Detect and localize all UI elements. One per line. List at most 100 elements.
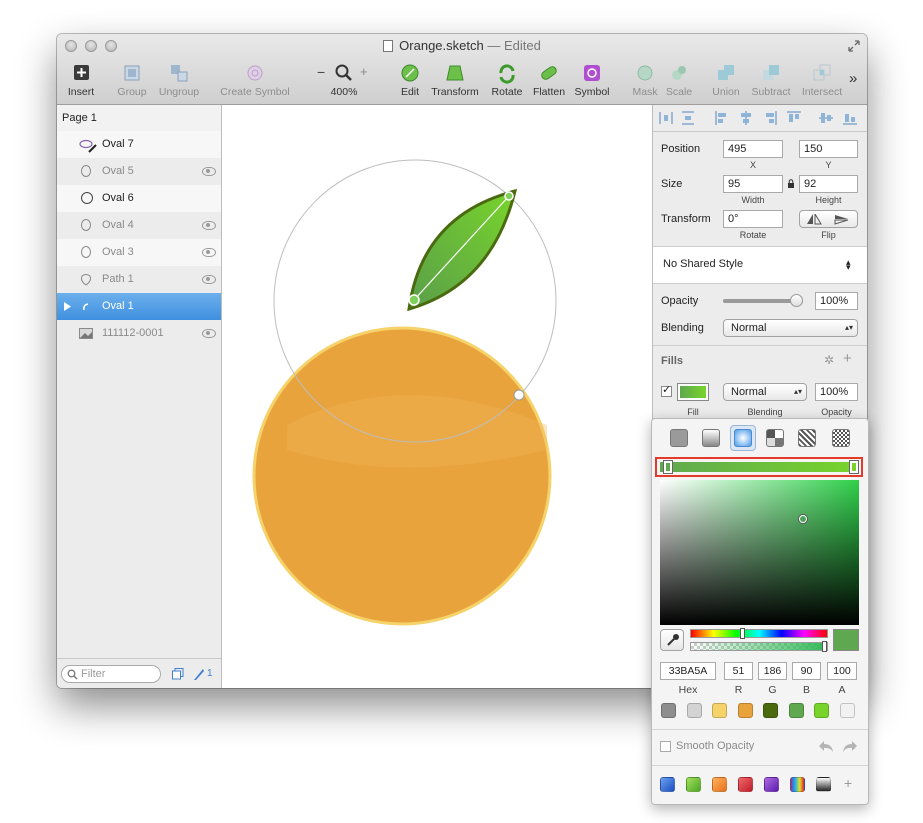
symbol-button[interactable]: Symbol	[573, 62, 611, 98]
align-top-icon[interactable]	[787, 111, 801, 125]
intersect-button[interactable]: Intersect	[799, 62, 845, 98]
red-field[interactable]: 51	[724, 662, 753, 680]
preset-orange-gradient[interactable]	[712, 777, 727, 792]
lock-icon[interactable]	[787, 179, 795, 189]
align-right-icon[interactable]	[763, 111, 777, 125]
pen-tool-icon[interactable]	[193, 667, 205, 681]
edit-handle-start[interactable]	[408, 294, 420, 306]
fill-type-linear-tab[interactable]	[702, 429, 720, 447]
visibility-eye-icon[interactable]	[202, 329, 216, 338]
rotate-field[interactable]: 0°	[723, 210, 783, 228]
transform-button[interactable]: Transform	[429, 62, 481, 98]
ungroup-button[interactable]: Ungroup	[157, 62, 201, 98]
add-fill-icon[interactable]: +	[843, 350, 852, 367]
fill-type-radial-tab[interactable]	[730, 425, 756, 451]
visibility-eye-icon[interactable]	[202, 167, 216, 176]
align-bottom-icon[interactable]	[843, 111, 857, 125]
smooth-opacity-checkbox[interactable]	[660, 741, 671, 752]
position-x-field[interactable]: 495	[723, 140, 783, 158]
visibility-eye-icon[interactable]	[202, 248, 216, 257]
fill-blending-select[interactable]: Normal ▴▾	[723, 383, 807, 401]
align-center-icon[interactable]	[739, 111, 753, 125]
height-field[interactable]: 92	[799, 175, 858, 193]
layer-row[interactable]: Oval 4	[57, 212, 221, 239]
edit-handle-end[interactable]	[504, 191, 514, 201]
orange-body-shape[interactable]	[252, 326, 552, 626]
toolbar-overflow-button[interactable]: »	[849, 70, 857, 87]
rotate-button[interactable]: Rotate	[489, 62, 525, 98]
document-color-swatch[interactable]	[712, 703, 727, 718]
document-color-swatch[interactable]	[686, 703, 702, 718]
layer-row[interactable]: Oval 6	[57, 185, 221, 212]
edit-button[interactable]: Edit	[397, 62, 423, 98]
align-left-icon[interactable]	[715, 111, 729, 125]
visibility-eye-icon[interactable]	[202, 275, 216, 284]
layer-row[interactable]: Path 1	[57, 266, 221, 293]
add-preset-icon[interactable]: +	[844, 775, 852, 791]
document-color-swatch[interactable]	[788, 703, 804, 718]
visibility-eye-icon[interactable]	[202, 221, 216, 230]
saturation-brightness-picker[interactable]	[660, 480, 859, 625]
mask-button[interactable]: Mask	[631, 62, 659, 98]
document-color-swatch[interactable]	[763, 703, 778, 718]
oval-point-handle[interactable]	[513, 389, 525, 401]
document-color-swatch[interactable]	[737, 703, 753, 718]
alpha-slider[interactable]	[690, 641, 828, 652]
fullscreen-icon[interactable]	[848, 40, 860, 52]
filter-input[interactable]: Filter	[61, 665, 161, 683]
gradient-stop-end[interactable]	[850, 461, 858, 473]
subtract-button[interactable]: Subtract	[749, 62, 793, 98]
opacity-slider[interactable]	[723, 294, 803, 307]
preset-purple-gradient[interactable]	[764, 777, 779, 792]
zoom-control[interactable]: − + 400%	[315, 62, 373, 98]
alpha-field[interactable]: 100	[827, 662, 857, 680]
opacity-field[interactable]: 100%	[815, 292, 858, 310]
hue-slider[interactable]	[690, 628, 828, 639]
canvas[interactable]	[222, 105, 652, 688]
artboard[interactable]	[222, 105, 652, 688]
blending-select[interactable]: Normal ▴▾	[723, 319, 858, 337]
alpha-slider-knob[interactable]	[822, 641, 827, 652]
scale-button[interactable]: Scale	[665, 62, 693, 98]
gradient-stop-start[interactable]	[664, 461, 672, 473]
color-cursor[interactable]	[799, 515, 807, 523]
layer-row[interactable]: 111112-0001	[57, 320, 221, 347]
leaf-shape[interactable]	[407, 188, 518, 312]
insert-button[interactable]: Insert	[63, 62, 99, 98]
green-field[interactable]: 186	[758, 662, 787, 680]
layer-row[interactable]: Oval 3	[57, 239, 221, 266]
fill-color-well[interactable]	[677, 383, 709, 401]
preset-gray-gradient[interactable]	[816, 777, 831, 792]
document-color-swatch[interactable]	[814, 703, 829, 718]
document-color-swatch[interactable]	[661, 703, 676, 718]
layer-row[interactable]: Oval 7	[57, 131, 221, 158]
align-middle-icon[interactable]	[819, 111, 833, 125]
fill-opacity-field[interactable]: 100%	[815, 383, 858, 401]
preset-red-gradient[interactable]	[738, 777, 753, 792]
gear-icon[interactable]: ✲	[824, 353, 834, 367]
preset-blue-gradient[interactable]	[660, 777, 675, 792]
blue-field[interactable]: 90	[792, 662, 821, 680]
distribute-horizontal-icon[interactable]	[659, 111, 673, 125]
fill-type-noise-tab[interactable]	[832, 429, 850, 447]
disclosure-triangle-icon[interactable]	[64, 302, 71, 311]
copy-layers-icon[interactable]	[172, 668, 184, 680]
flip-horizontal-icon[interactable]	[806, 214, 822, 225]
fill-type-solid-tab[interactable]	[670, 429, 688, 447]
opacity-slider-knob[interactable]	[790, 294, 803, 307]
fill-type-pattern-tab[interactable]	[798, 429, 816, 447]
hex-field[interactable]: 33BA5A	[660, 662, 716, 680]
position-y-field[interactable]: 150	[799, 140, 858, 158]
redo-arrow-icon[interactable]	[842, 739, 858, 753]
eyedropper-button[interactable]	[660, 629, 684, 651]
preset-rainbow-gradient[interactable]	[790, 777, 805, 792]
layer-row[interactable]: Oval 5	[57, 158, 221, 185]
distribute-vertical-icon[interactable]	[681, 111, 695, 125]
preset-green-gradient[interactable]	[686, 777, 701, 792]
document-color-swatch[interactable]	[839, 703, 855, 718]
width-field[interactable]: 95	[723, 175, 783, 193]
gradient-bar[interactable]	[660, 462, 858, 472]
group-button[interactable]: Group	[115, 62, 149, 98]
shared-style-selector[interactable]: No Shared Style ▴ ▾	[653, 246, 867, 284]
union-button[interactable]: Union	[709, 62, 743, 98]
